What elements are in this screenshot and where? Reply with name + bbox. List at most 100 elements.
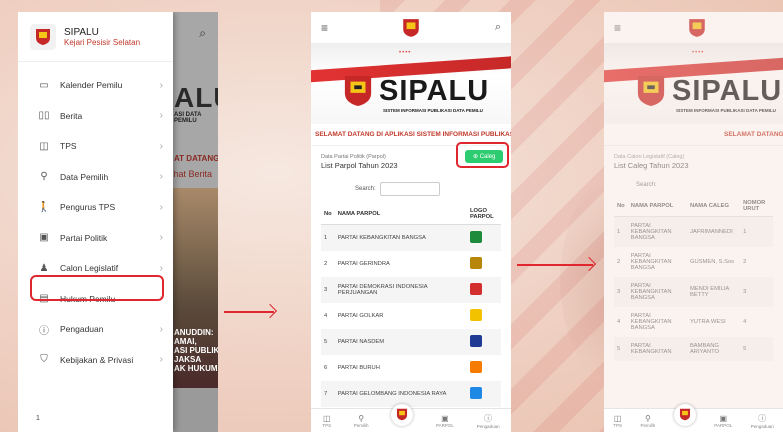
bg-welcome-text: AT DATANG DI APLIKAS (174, 154, 218, 163)
bottom-nav: ◫ TPS ⚲ Pemilih ▣ PARPOL ⓘ Pengaduan (311, 403, 511, 432)
sipalu-logo-icon (397, 408, 408, 421)
menu-item-berita[interactable]: ▯▯ Berita › (18, 101, 173, 132)
nav-pengaduan[interactable]: ⓘ Pengaduan (477, 413, 500, 429)
calendar-icon: ▭ (39, 79, 49, 91)
bottom-nav: ◫ TPS ⚲ Pemilih ▣ PARPOL ⓘ Pengaduan (604, 403, 783, 432)
chevron-right-icon: › (159, 171, 163, 183)
book-icon: ▯▯ (38, 110, 50, 122)
party-logo-icon (470, 257, 482, 269)
menu-item-data-pemilih[interactable]: ⚲ Data Pemilih › (18, 162, 173, 193)
chevron-right-icon: › (159, 262, 163, 274)
column-header[interactable]: NAMA PARPOL (334, 204, 467, 225)
table-row[interactable]: 4 PARTAI GOLKAR (321, 303, 501, 329)
menu-item-label: Pengurus TPS (60, 202, 116, 213)
navigation-drawer: SIPALU Kejari Pesisir Selatan ▭ Kalender … (18, 12, 173, 432)
party-logo-cell (467, 329, 501, 355)
menu-item-partai-politik[interactable]: ▣ Partai Politik › (18, 223, 173, 254)
table-row[interactable]: 6 PARTAI BURUH (321, 355, 501, 381)
party-logo-cell (467, 355, 501, 381)
sipalu-logo-icon (679, 408, 690, 421)
bg-logo-text: ALU (174, 82, 218, 113)
brand-name: SIPALU (379, 74, 490, 107)
brand-lockup: SIPALU (343, 74, 489, 108)
nav-parpol[interactable]: ▣ PARPOL (436, 414, 454, 428)
table-row[interactable]: 1 PARTAI KEBANGKITAN BANGSA (321, 224, 501, 251)
hamburger-menu-icon[interactable]: ≡ (321, 21, 328, 35)
news-banner-text: ANUDDIN: AMAI, ASI PUBLIK JAKSA AK HUKUM… (174, 328, 218, 373)
party-logo-cell (467, 303, 501, 329)
drawer-app-subtitle: Kejari Pesisir Selatan (64, 37, 141, 47)
lihat-berita-link[interactable]: Lihat Berita (166, 169, 212, 179)
search-icon[interactable]: ⌕ (199, 26, 206, 41)
person-stand-icon: ♟ (39, 262, 49, 274)
sipalu-logo-icon (403, 18, 420, 37)
party-logo-cell (467, 224, 501, 251)
search-label: Search: (355, 186, 376, 192)
nav-pemilih[interactable]: ⚲ Pemilih (354, 414, 369, 428)
nav-home[interactable] (673, 403, 696, 426)
menu-item-pengaduan[interactable]: ⓘ Pengaduan › (18, 314, 173, 345)
row-number: 7 (321, 381, 335, 407)
box-icon: ◫ (322, 413, 331, 423)
chevron-right-icon: › (159, 232, 163, 244)
id-card-icon: ▣ (719, 413, 728, 423)
menu-item-pengurus-tps[interactable]: 🚶 Pengurus TPS › (18, 192, 173, 223)
nav-tps[interactable]: ◫ TPS (322, 414, 331, 428)
fade-overlay (604, 12, 783, 432)
decor-dots: •••• (399, 50, 412, 56)
menu-item-tps[interactable]: ◫ TPS › (18, 131, 173, 162)
party-logo-icon (470, 309, 482, 321)
chevron-right-icon: › (159, 110, 163, 122)
party-logo-cell (467, 381, 501, 407)
menu-item-kalender-pemilu[interactable]: ▭ Kalender Pemilu › (18, 70, 173, 101)
party-logo-icon (470, 387, 482, 399)
id-card-icon: ▣ (441, 413, 449, 423)
menu-item-kebijakan-privasi[interactable]: ⛉ Kebijakan & Privasi › (18, 345, 173, 376)
chevron-right-icon: › (159, 79, 163, 91)
chevron-right-icon: › (159, 354, 163, 366)
table-row[interactable]: 3 PARTAI DEMOKRASI INDONESIA PERJUANGAN (321, 277, 501, 303)
menu-item-label: Pengaduan (60, 324, 104, 335)
nav-home[interactable] (391, 403, 414, 426)
party-name: PARTAI BURUH (337, 365, 380, 371)
column-header[interactable]: No (321, 204, 335, 225)
drawer-app-title: SIPALU (64, 26, 99, 38)
row-number: 2 (324, 261, 328, 267)
nav-label: TPS (322, 422, 332, 428)
column-header[interactable]: LOGO PARPOL (467, 204, 501, 225)
chevron-right-icon: › (159, 201, 163, 213)
sipalu-logo-icon (30, 23, 56, 50)
person-icon: ⚲ (40, 171, 48, 183)
party-logo-icon (470, 335, 482, 347)
search-icon[interactable]: ⌕ (495, 21, 501, 34)
nav-pemilih[interactable]: ⚲ Pemilih (641, 414, 656, 428)
party-logo-cell (467, 277, 501, 303)
shield-icon: ⛉ (40, 354, 48, 366)
alert-icon: ⓘ (484, 413, 493, 423)
party-name: PARTAI GOLKAR (337, 313, 384, 319)
table-row[interactable]: 5 PARTAI NASDEM (321, 329, 501, 355)
nav-label: Pemilih (353, 422, 369, 428)
person-walk-icon: 🚶 (37, 201, 51, 213)
person-icon: ⚲ (644, 413, 651, 423)
arrow-right-icon (224, 311, 274, 313)
phone-screen-parpol: ≡ ⌕ •••• SIPALU SISTEM INFORMASI PUBLIKA… (311, 12, 511, 432)
nav-tps[interactable]: ◫ TPS (613, 414, 622, 428)
nav-pengaduan[interactable]: ⓘ Pengaduan (751, 413, 774, 429)
id-card-icon: ▣ (39, 232, 49, 244)
row-number: 3 (321, 277, 335, 303)
nav-parpol[interactable]: ▣ PARPOL (714, 414, 732, 428)
phone-screen-caleg: ≡ •••• SIPALU SISTEM INFORMASI PUBLIKASI… (604, 12, 783, 432)
party-name: PARTAI DEMOKRASI INDONESIA PERJUANGAN (334, 277, 467, 303)
row-number: 5 (321, 329, 335, 355)
bg-logo-subtitle: ASI DATA PEMILU (174, 112, 202, 124)
search-input[interactable] (379, 182, 440, 196)
nav-label: Pengaduan (476, 423, 500, 429)
sipalu-logo-icon (344, 76, 372, 106)
table-row[interactable]: 7 PARTAI GELOMBANG INDONESIA RAYA (321, 381, 501, 407)
highlight-caleg-button (456, 142, 509, 168)
party-name: PARTAI GERINDRA (337, 261, 390, 267)
box-icon: ◫ (613, 413, 622, 423)
party-name: PARTAI KEBANGKITAN BANGSA (334, 224, 467, 251)
table-row[interactable]: 2 PARTAI GERINDRA (321, 251, 501, 277)
